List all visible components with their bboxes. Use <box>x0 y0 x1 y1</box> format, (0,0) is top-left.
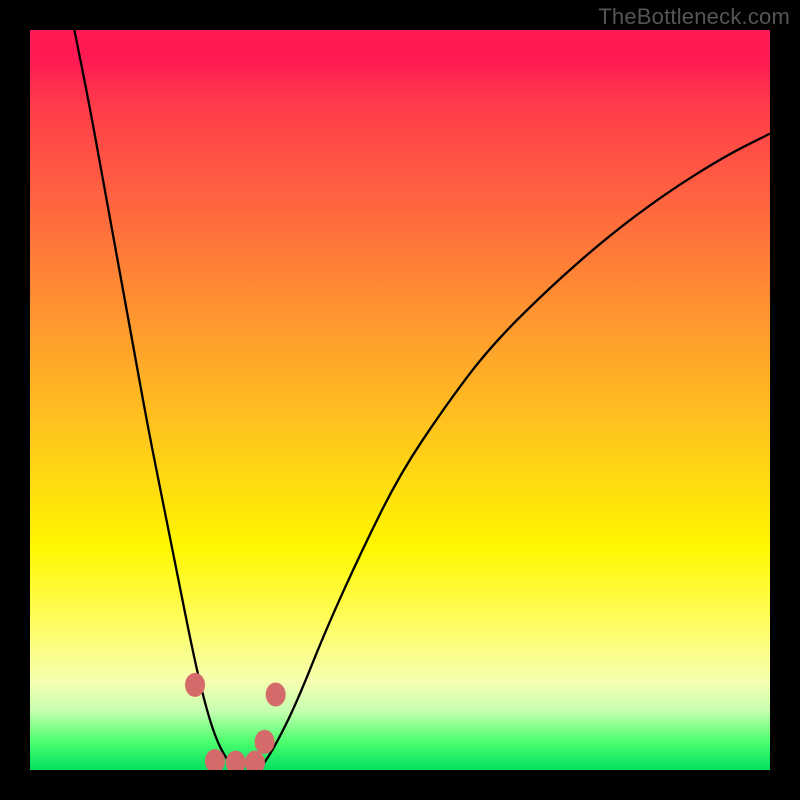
data-marker <box>266 683 286 707</box>
plot-area <box>30 30 770 770</box>
data-marker <box>255 730 275 754</box>
data-marker <box>245 751 265 770</box>
right-branch-curve <box>259 134 770 770</box>
data-markers <box>185 673 286 770</box>
watermark-text: TheBottleneck.com <box>598 4 790 30</box>
left-branch-curve <box>74 30 237 770</box>
data-marker <box>185 673 205 697</box>
data-marker <box>226 751 246 770</box>
curve-layer <box>30 30 770 770</box>
chart-frame: TheBottleneck.com <box>0 0 800 800</box>
